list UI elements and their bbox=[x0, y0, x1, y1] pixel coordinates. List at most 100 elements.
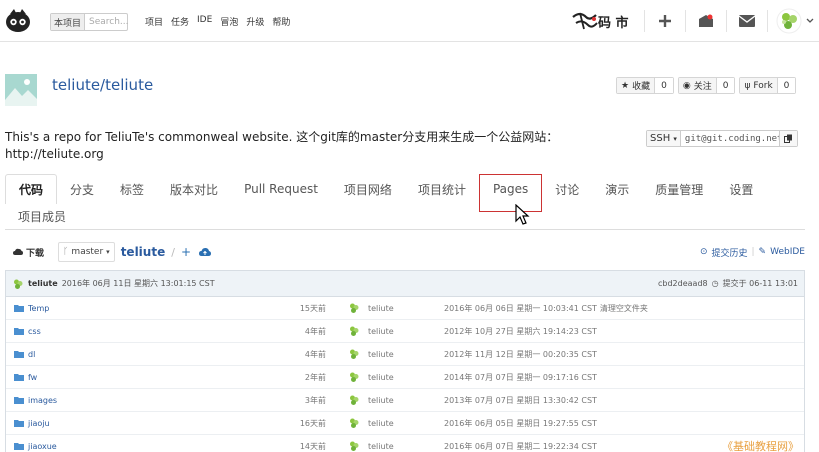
coding-logo-icon[interactable] bbox=[4, 8, 32, 34]
file-row[interactable]: images 3年前 teliute 2013年 07月 07日 星期日 13:30:… bbox=[6, 389, 804, 412]
tab-compare[interactable]: 版本对比 bbox=[157, 174, 231, 204]
file-row[interactable]: dl 4年前 teliute 2012年 11月 12日 星期一 00:20:35 C… bbox=[6, 343, 804, 366]
brand-text: 码 市 bbox=[598, 16, 629, 31]
watch-label: 关注 bbox=[693, 82, 712, 92]
search-input[interactable]: Search... bbox=[85, 17, 129, 27]
commit-history-link[interactable]: 提交历史 bbox=[711, 246, 747, 259]
nav-help[interactable]: 帮助 bbox=[272, 15, 290, 28]
file-author[interactable]: teliute bbox=[368, 419, 394, 428]
nav-ide[interactable]: IDE bbox=[197, 15, 212, 28]
author-avatar bbox=[350, 441, 359, 451]
file-table: teliute 2016年 06月 11日 星期六 13:01:15 CST c… bbox=[5, 270, 805, 452]
cloud-upload-icon[interactable] bbox=[199, 247, 211, 257]
file-name[interactable]: images bbox=[28, 396, 57, 405]
eye-icon: ◉ bbox=[682, 80, 691, 91]
file-author[interactable]: teliute bbox=[368, 373, 394, 382]
date-text: 2016年 06月 05日 星期日 19:27:55 CST bbox=[444, 418, 597, 428]
folder-icon bbox=[14, 374, 24, 381]
tab-members[interactable]: 项目成员 bbox=[5, 204, 79, 230]
file-commit-date: 2012年 11月 12日 星期一 00:20:35 CST bbox=[444, 349, 600, 360]
notification-icon[interactable] bbox=[690, 0, 722, 42]
star-button[interactable]: ★ 收藏 0 bbox=[616, 77, 674, 94]
copy-icon[interactable] bbox=[778, 131, 797, 146]
file-name[interactable]: fw bbox=[28, 373, 37, 382]
user-avatar[interactable] bbox=[772, 0, 818, 42]
file-author[interactable]: teliute bbox=[368, 304, 394, 313]
file-commit-date: 2014年 07月 07日 星期一 09:17:16 CST bbox=[444, 372, 600, 383]
tab-demo[interactable]: 演示 bbox=[592, 174, 642, 204]
commit-message[interactable]: 清理空文件夹 bbox=[600, 304, 648, 313]
commit-author[interactable]: teliute bbox=[28, 279, 58, 288]
nav-bubbles[interactable]: 冒泡 bbox=[220, 15, 238, 28]
divider bbox=[767, 10, 768, 32]
tab-settings[interactable]: 设置 bbox=[716, 174, 766, 204]
file-row[interactable]: jiaoju 16天前 teliute 2016年 06月 05日 星期日 19:27… bbox=[6, 412, 804, 435]
tab-quality[interactable]: 质量管理 bbox=[642, 174, 716, 204]
cloud-download-icon bbox=[13, 248, 23, 255]
fork-icon: ψ bbox=[744, 80, 751, 91]
clone-box: SSH ▾ git@git.coding.net bbox=[646, 130, 798, 147]
file-name[interactable]: Temp bbox=[28, 304, 49, 313]
commit-hash[interactable]: cbd2deaad8 bbox=[658, 279, 708, 288]
folder-icon bbox=[14, 443, 24, 450]
repo-avatar[interactable] bbox=[5, 74, 37, 106]
file-row[interactable]: Temp 15天前 teliute 2016年 06月 06日 星期一 10:03:4… bbox=[6, 297, 804, 320]
code-links: ⊙ 提交历史 | ✎ WebIDE bbox=[700, 246, 805, 259]
tab-branches[interactable]: 分支 bbox=[57, 174, 107, 204]
search-scope[interactable]: 本项目 bbox=[51, 14, 86, 30]
file-age: 4年前 bbox=[304, 326, 326, 336]
tab-code[interactable]: 代码 bbox=[5, 174, 58, 204]
tab-pull-request[interactable]: Pull Request bbox=[231, 174, 331, 204]
commit-submitted: 提交于 06-11 13:01 bbox=[722, 279, 798, 288]
add-file-button[interactable]: + bbox=[181, 245, 191, 259]
tab-row-2: 项目成员 bbox=[5, 204, 805, 230]
chevron-down-icon bbox=[806, 18, 814, 23]
clone-protocol-select[interactable]: SSH ▾ bbox=[647, 131, 681, 146]
repo-description: This's a repo for TeliuTe's commonweal w… bbox=[5, 130, 559, 161]
plus-icon[interactable] bbox=[649, 0, 681, 42]
file-name[interactable]: dl bbox=[28, 350, 35, 359]
fork-button[interactable]: ψ Fork 0 bbox=[739, 77, 797, 94]
mart-brand-logo[interactable]: 码 市 bbox=[570, 7, 632, 35]
file-row[interactable]: jiaoxue 14天前 teliute 2016年 06月 07日 星期二 19:2… bbox=[6, 435, 804, 452]
download-button[interactable]: 下载 bbox=[13, 246, 44, 259]
divider: | bbox=[751, 247, 755, 257]
file-author[interactable]: teliute bbox=[368, 350, 394, 359]
avatar-icon bbox=[776, 8, 802, 34]
divider bbox=[644, 10, 645, 32]
file-row[interactable]: css 4年前 teliute 2012年 10月 27日 星期六 19:14:23 … bbox=[6, 320, 804, 343]
repo-actions: ★ 收藏 0 ◉ 关注 0 ψ Fork 0 bbox=[616, 77, 797, 94]
author-avatar bbox=[350, 372, 359, 382]
caret-down-icon: ▾ bbox=[673, 134, 677, 143]
file-name[interactable]: css bbox=[28, 327, 41, 336]
date-text: 2016年 06月 07日 星期二 19:22:34 CST bbox=[444, 441, 597, 451]
protocol-label: SSH bbox=[650, 133, 671, 144]
file-name[interactable]: jiaoxue bbox=[28, 442, 57, 451]
webide-link[interactable]: WebIDE bbox=[770, 247, 805, 257]
file-author[interactable]: teliute bbox=[368, 396, 394, 405]
fork-label: Fork bbox=[753, 80, 773, 91]
file-author[interactable]: teliute bbox=[368, 442, 394, 451]
repo-title[interactable]: teliute/teliute bbox=[52, 76, 153, 94]
tab-pages[interactable]: Pages bbox=[478, 174, 543, 212]
tab-tags[interactable]: 标签 bbox=[107, 174, 157, 204]
author-avatar bbox=[14, 279, 23, 289]
file-commit-date: 2016年 06月 05日 星期日 19:27:55 CST bbox=[444, 418, 600, 429]
watch-button[interactable]: ◉ 关注 0 bbox=[677, 77, 736, 94]
star-count: 0 bbox=[655, 78, 673, 93]
file-author[interactable]: teliute bbox=[368, 327, 394, 336]
tab-network[interactable]: 项目网络 bbox=[331, 174, 405, 204]
file-row[interactable]: fw 2年前 teliute 2014年 07月 07日 星期一 09:17:16 C… bbox=[6, 366, 804, 389]
nav-projects[interactable]: 项目 bbox=[145, 15, 163, 28]
tab-discussion[interactable]: 讨论 bbox=[542, 174, 592, 204]
breadcrumb-root[interactable]: teliute bbox=[121, 245, 166, 259]
search-box[interactable]: 本项目 Search... bbox=[50, 13, 129, 31]
tab-stats[interactable]: 项目统计 bbox=[405, 174, 479, 204]
clone-url-input[interactable]: git@git.coding.net bbox=[681, 131, 779, 146]
branch-selector[interactable]: ᚴ master ▾ bbox=[58, 242, 115, 262]
nav-upgrade[interactable]: 升级 bbox=[246, 15, 264, 28]
file-name[interactable]: jiaoju bbox=[28, 419, 50, 428]
mail-icon[interactable] bbox=[731, 0, 763, 42]
nav-tasks[interactable]: 任务 bbox=[171, 15, 189, 28]
top-navbar: 本项目 Search... 项目 任务 IDE 冒泡 升级 帮助 码 市 bbox=[0, 0, 819, 42]
